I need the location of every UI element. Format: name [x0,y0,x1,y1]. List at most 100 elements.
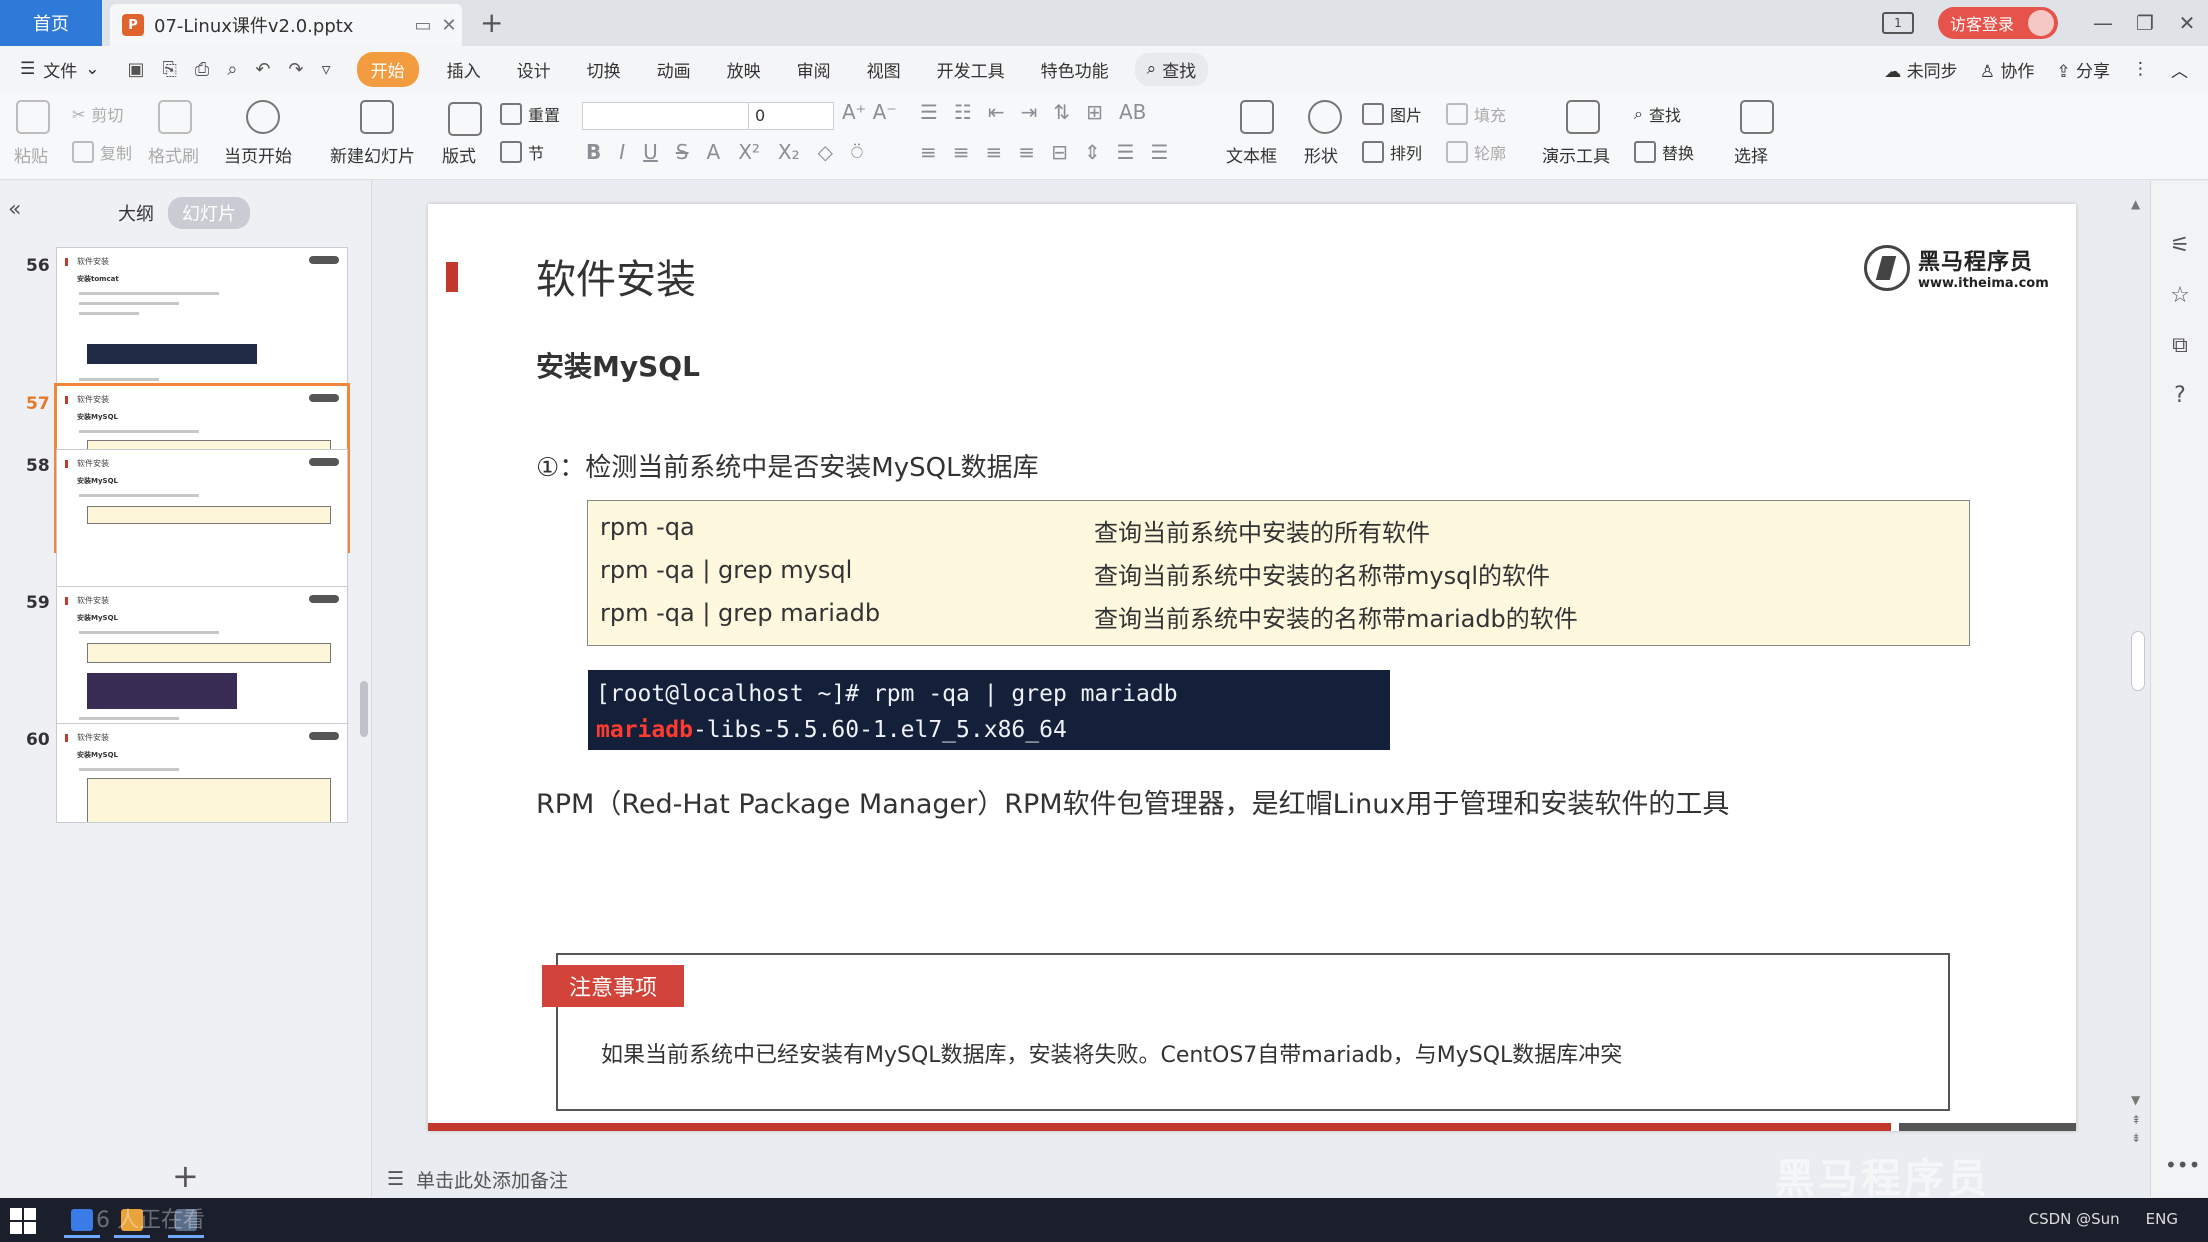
menu-tab-slideshow[interactable]: 放映 [709,57,779,82]
textbox-icon[interactable] [1240,100,1274,134]
command-table[interactable]: rpm -qa 查询当前系统中安装的所有软件 rpm -qa | grep my… [587,500,1970,646]
tab-home[interactable]: 首页 [0,0,102,46]
format-painter-icon[interactable] [158,100,192,134]
terminal-screenshot[interactable]: [root@localhost ~]# rpm -qa | grep maria… [588,670,1390,750]
export-icon[interactable]: ⎘ [163,59,177,80]
start-current-button[interactable]: 当页开始 [224,142,292,167]
close-tab-icon[interactable]: ✕ [436,15,462,36]
align-right-icon[interactable]: ≡ [986,140,1003,164]
menu-tab-view[interactable]: 视图 [849,57,919,82]
select-button[interactable]: 选择 [1734,142,1768,167]
paste-icon[interactable] [16,100,50,134]
increase-indent-icon[interactable]: ⇥ [1021,100,1038,124]
scroll-down-icon[interactable]: ▼ [2131,1093,2140,1107]
strikethrough-icon[interactable]: S [676,140,689,164]
collab-button[interactable]: ♙ 协作 [1980,57,2035,82]
window-restore-icon[interactable]: ▭ [410,15,436,36]
replace-button[interactable]: 替换 [1634,140,1694,164]
layout-button[interactable]: 版式 [442,142,476,167]
input-language[interactable]: ENG [2146,1210,2178,1228]
numbered-list-icon[interactable]: ☷ [954,100,972,124]
file-menu[interactable]: ☰ 文件 ⌄ [0,57,118,82]
find-button[interactable]: ⌕ 查找 [1634,102,1681,126]
menu-tab-animations[interactable]: 动画 [639,57,709,82]
rpm-description[interactable]: RPM（Red-Hat Package Manager）RPM软件包管理器，是红… [536,782,1729,821]
text-direction-icon[interactable]: ⇅ [1053,100,1070,124]
minimize-icon[interactable]: — [2082,11,2124,35]
slide-title[interactable]: 软件安装 [536,247,696,305]
font-family-select[interactable] [582,102,750,130]
print-icon[interactable]: ⎙ [195,59,209,80]
convert-smartart-icon[interactable]: AB [1119,100,1146,124]
shape-icon[interactable] [1308,100,1342,134]
menu-tab-developer[interactable]: 开发工具 [919,57,1023,82]
animation-star-icon[interactable]: ☆ [2166,283,2194,311]
collapse-panel-icon[interactable]: « [8,197,21,222]
menu-tab-home[interactable]: 开始 [356,51,419,87]
select-icon[interactable] [1740,100,1774,134]
align-text-icon[interactable]: ⊞ [1086,100,1103,124]
font-size-select[interactable]: 0 [748,102,834,130]
align-center-icon[interactable]: ≡ [953,140,970,164]
justify-icon[interactable]: ≡ [1018,140,1035,164]
subscript-icon[interactable]: X₂ [778,140,800,164]
slide-subtitle[interactable]: 安装MySQL [536,345,700,385]
line-spacing-icon[interactable]: ⇕ [1084,140,1101,164]
layout-switch-icon[interactable]: 1 [1881,12,1914,34]
clear-format-icon[interactable]: ◇ [818,140,833,164]
menu-tab-insert[interactable]: 插入 [429,57,499,82]
decrease-indent-icon[interactable]: ⇤ [988,100,1005,124]
play-icon[interactable] [246,100,280,134]
note-box[interactable] [556,953,1950,1111]
canvas-scrollbar[interactable]: ▲ ▼ ⇞ ⇟ [2129,197,2147,1147]
present-tools-button[interactable]: 演示工具 [1542,142,1610,167]
share-button[interactable]: ⇪ 分享 [2056,57,2110,82]
para-spacing-icon[interactable]: ☰ [1117,140,1135,164]
tab-document[interactable]: P 07-Linux课件v2.0.pptx ▭ ✕ [110,4,462,46]
italic-icon[interactable]: I [619,140,625,164]
align-left-icon[interactable]: ≡ [920,140,937,164]
windows-start-icon[interactable] [10,1208,36,1234]
scroll-thumb[interactable] [2131,631,2145,691]
scroll-up-icon[interactable]: ▲ [2131,197,2140,211]
panel-scrollbar[interactable] [360,681,368,737]
superscript-icon[interactable]: X² [738,140,760,164]
sync-button[interactable]: ☁ 未同步 [1884,57,1957,82]
text-effect-icon[interactable]: ⍥ [851,140,863,164]
menu-search[interactable]: ⌕ 查找 [1134,52,1209,86]
reset-button[interactable]: 重置 [500,102,560,126]
note-text[interactable]: 如果当前系统中已经安装有MySQL数据库，安装将失败。CentOS7自带mari… [601,1037,1622,1069]
menu-tab-design[interactable]: 设计 [499,57,569,82]
print-preview-icon[interactable]: ⌕ [227,59,237,80]
section-button[interactable]: 节 [500,140,544,164]
distribute-icon[interactable]: ⊟ [1051,140,1068,164]
undo-icon[interactable]: ↶ [255,59,270,80]
help-icon[interactable]: ? [2166,383,2194,411]
picture-button[interactable]: 图片 [1362,102,1422,126]
tab-slides[interactable]: 幻灯片 [168,197,250,229]
save-icon[interactable]: ▣ [128,59,145,80]
add-slide-button[interactable]: + [172,1157,199,1195]
shape-button[interactable]: 形状 [1304,142,1338,167]
columns-icon[interactable]: ☰ [1151,140,1169,164]
menu-tab-review[interactable]: 审阅 [779,57,849,82]
copy-button[interactable]: 复制 [72,140,132,164]
slide-thumbnail[interactable]: 软件安装 安装MySQL [56,723,348,823]
cut-button[interactable]: ✂ 剪切 [72,102,123,126]
close-window-icon[interactable]: ✕ [2166,11,2208,35]
layout-icon[interactable] [448,102,482,136]
transition-icon[interactable]: ⧉ [2166,333,2194,361]
new-slide-icon[interactable] [360,100,394,134]
slide[interactable]: 软件安装 黑马程序员 www.itheima.com 安装MySQL ①：检测当… [428,204,2076,1131]
maximize-icon[interactable]: ❐ [2124,11,2166,35]
fill-button[interactable]: 填充 [1446,102,1506,126]
textbox-button[interactable]: 文本框 [1226,142,1277,167]
outline-button[interactable]: 轮廓 [1446,140,1506,164]
properties-icon[interactable]: ⚟ [2166,233,2194,261]
more-icon[interactable]: ⋮ [2132,59,2149,79]
bullet-list-icon[interactable]: ☰ [920,100,938,124]
new-slide-button[interactable]: 新建幻灯片 [330,142,415,167]
present-tools-icon[interactable] [1566,100,1600,134]
bold-icon[interactable]: B [586,140,601,164]
visitor-login-button[interactable]: 访客登录 [1937,7,2058,39]
